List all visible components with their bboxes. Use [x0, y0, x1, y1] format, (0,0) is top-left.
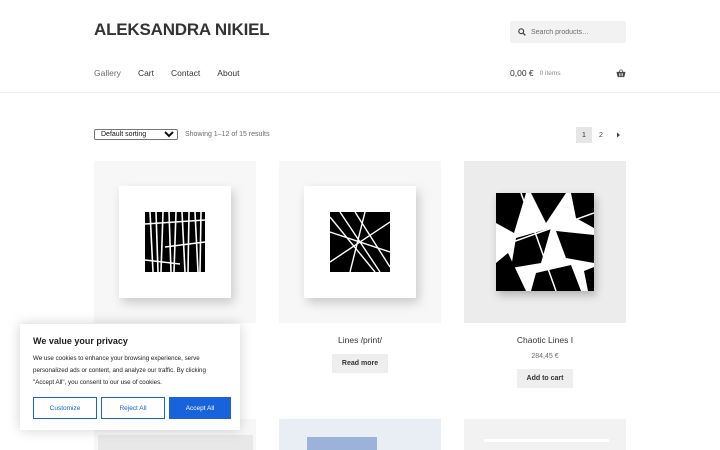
- cookie-actions: Customize Reject All Accept All: [33, 397, 231, 419]
- site-header: ALEKSANDRA NIKIEL Gallery Cart Contact A…: [0, 0, 720, 93]
- nav-item-contact[interactable]: Contact: [171, 68, 200, 78]
- product-image[interactable]: [464, 161, 626, 323]
- basket-icon[interactable]: [616, 68, 626, 78]
- site-title[interactable]: ALEKSANDRA NIKIEL: [94, 20, 270, 40]
- search-box[interactable]: [510, 21, 626, 43]
- cookie-consent-banner: We value your privacy We use cookies to …: [20, 324, 240, 430]
- frame: [98, 435, 253, 450]
- reject-all-button[interactable]: Reject All: [101, 397, 165, 419]
- nav-item-cart[interactable]: Cart: [138, 68, 154, 78]
- pagination: 1 2: [575, 127, 626, 143]
- cookie-description: We use cookies to enhance your browsing …: [33, 355, 206, 386]
- artwork: [496, 193, 594, 291]
- product-title[interactable]: Lines /print/: [279, 335, 441, 345]
- search-input[interactable]: [531, 28, 621, 36]
- product-image[interactable]: [279, 419, 441, 450]
- cookie-heading: We value your privacy: [33, 336, 128, 346]
- main-nav: Gallery Cart Contact About: [94, 68, 257, 78]
- cart-amount: 0,00 €: [510, 68, 534, 78]
- product-price: 284,45 €: [531, 353, 559, 360]
- nav-item-gallery[interactable]: Gallery: [94, 68, 121, 78]
- product-card[interactable]: Lines /print/ Read more: [279, 161, 441, 373]
- product-title[interactable]: Chaotic Lines I: [464, 335, 626, 345]
- product-card[interactable]: [94, 161, 256, 323]
- customize-button[interactable]: Customize: [33, 397, 97, 419]
- next-arrow-icon: [616, 132, 620, 138]
- result-count: Showing 1–12 of 15 results: [185, 131, 270, 138]
- page-2[interactable]: 2: [593, 127, 609, 143]
- page-1[interactable]: 1: [576, 127, 592, 143]
- accept-all-button[interactable]: Accept All: [169, 397, 231, 419]
- add-to-cart-button[interactable]: Add to cart: [516, 369, 574, 388]
- cart-item-count: 0 items: [539, 69, 561, 77]
- header-cart[interactable]: 0,00 € 0 items: [510, 68, 626, 78]
- product-image[interactable]: [94, 161, 256, 323]
- shop-toolbar: Default sorting Showing 1–12 of 15 resul…: [94, 127, 626, 143]
- artwork: [307, 437, 377, 450]
- next-page-button[interactable]: [610, 127, 626, 143]
- sorting-select[interactable]: Default sorting: [94, 129, 178, 140]
- product-card[interactable]: Chaotic Lines I 284,45 € Add to cart: [464, 161, 626, 388]
- read-more-button[interactable]: Read more: [331, 354, 389, 373]
- nav-item-about[interactable]: About: [217, 68, 239, 78]
- artwork: [145, 212, 205, 272]
- artwork: [330, 212, 390, 272]
- product-image[interactable]: [279, 161, 441, 323]
- search-icon: [518, 28, 526, 36]
- product-image[interactable]: [464, 419, 626, 450]
- frame: [484, 439, 609, 442]
